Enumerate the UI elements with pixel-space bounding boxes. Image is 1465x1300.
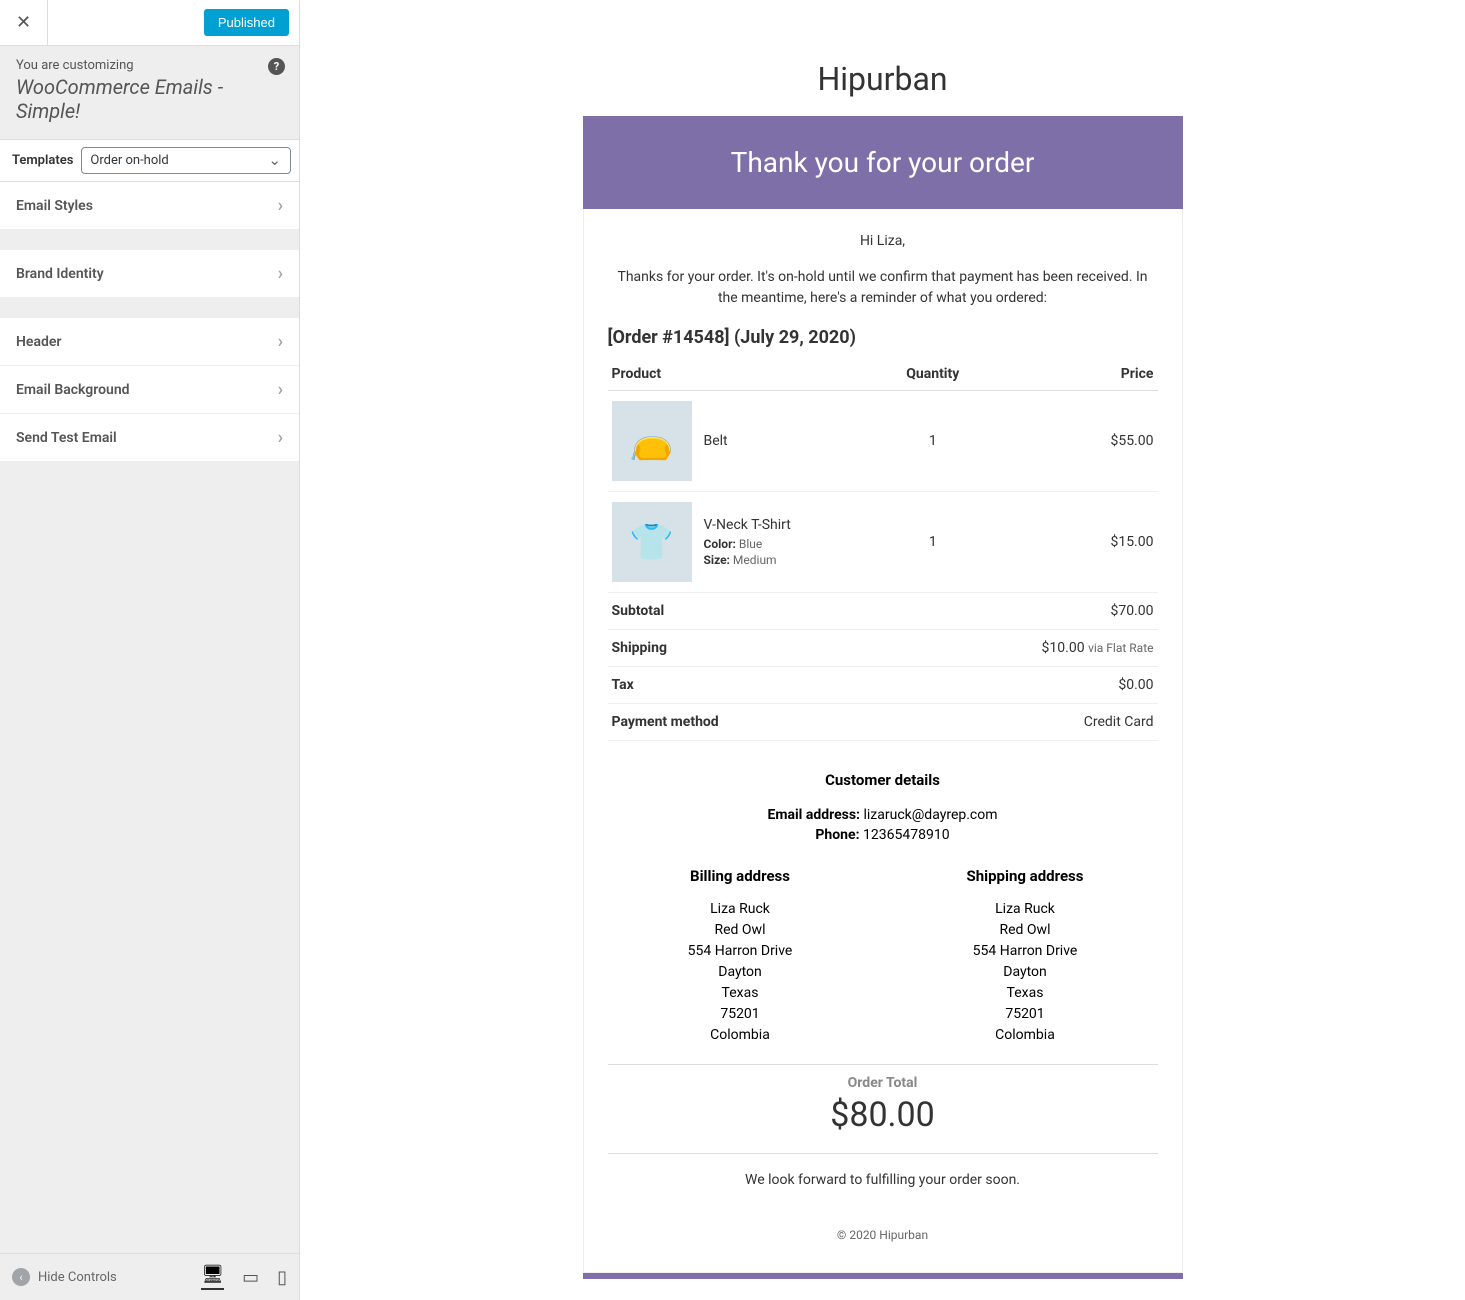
totals-value: $10.00 via Flat Rate: [978, 630, 1157, 667]
nav-send-test-email[interactable]: Send Test Email ›: [0, 414, 299, 462]
nav-label: Header: [16, 334, 61, 350]
chevron-right-icon: ›: [278, 331, 283, 352]
product-name: V-Neck T-Shirt: [704, 517, 791, 533]
shipping-heading: Shipping address: [893, 867, 1158, 885]
totals-label: Tax: [608, 667, 888, 704]
customer-details: Customer details Email address: lizaruck…: [608, 771, 1158, 1206]
close-button[interactable]: ✕: [0, 0, 48, 46]
nav-label: Email Background: [16, 382, 130, 398]
hide-controls-label: Hide Controls: [38, 1270, 117, 1285]
tablet-icon[interactable]: ▭: [242, 1267, 259, 1288]
customer-details-heading: Customer details: [608, 771, 1158, 789]
templates-row: Templates Order on-hold: [0, 140, 299, 182]
product-price: $15.00: [978, 492, 1157, 593]
order-total-block: Order Total $80.00: [608, 1064, 1158, 1154]
customizing-label: You are customizing: [16, 58, 283, 73]
chevron-right-icon: ›: [278, 195, 283, 216]
order-total-value: $80.00: [608, 1095, 1158, 1135]
help-icon[interactable]: ?: [268, 58, 285, 75]
collapse-icon: ‹: [12, 1268, 30, 1286]
email-bottom-bar: [583, 1273, 1183, 1279]
billing-address: Billing address Liza RuckRed Owl554 Harr…: [608, 867, 873, 1046]
email-header: Thank you for your order: [583, 116, 1183, 209]
order-total-label: Order Total: [608, 1075, 1158, 1091]
customer-phone-line: Phone: 12365478910: [608, 827, 1158, 843]
col-quantity: Quantity: [887, 358, 978, 391]
order-item-row: 👕 V-Neck T-Shirt Color: BlueSize: Medium…: [608, 492, 1158, 593]
totals-row: Subtotal $70.00: [608, 593, 1158, 630]
customizer-sidebar: ✕ Published You are customizing WooComme…: [0, 0, 300, 1300]
product-name: Belt: [704, 433, 728, 449]
preview-pane[interactable]: Hipurban Thank you for your order Hi Liz…: [300, 0, 1465, 1300]
email-footer: © 2020 Hipurban: [608, 1206, 1158, 1264]
totals-label: Payment method: [608, 704, 888, 741]
order-heading: [Order #14548] (July 29, 2020): [608, 327, 1158, 348]
templates-selected-value: Order on-hold: [81, 147, 291, 174]
product-image: 👝: [612, 401, 692, 481]
device-switcher: 🖥 ▭ ▯: [201, 1264, 287, 1290]
nav-brand-identity[interactable]: Brand Identity ›: [0, 250, 299, 298]
totals-label: Shipping: [608, 630, 888, 667]
order-table: Product Quantity Price 👝 Belt 1 $55.00 👕: [608, 358, 1158, 741]
close-icon: ✕: [16, 12, 31, 33]
col-price: Price: [978, 358, 1157, 391]
customer-email-line: Email address: lizaruck@dayrep.com: [608, 807, 1158, 823]
email-body: Hi Liza, Thanks for your order. It's on-…: [583, 209, 1183, 1273]
chevron-right-icon: ›: [278, 263, 283, 284]
customizing-title: WooCommerce Emails - Simple!: [16, 75, 283, 123]
shipping-address: Shipping address Liza RuckRed Owl554 Har…: [893, 867, 1158, 1046]
totals-value: $0.00: [978, 667, 1157, 704]
product-qty: 1: [887, 391, 978, 492]
email-preview: Hipurban Thank you for your order Hi Liz…: [583, 60, 1183, 1279]
totals-value: $70.00: [978, 593, 1157, 630]
closing-text: We look forward to fulfilling your order…: [608, 1154, 1158, 1206]
templates-select[interactable]: Order on-hold: [81, 147, 291, 174]
totals-label: Subtotal: [608, 593, 888, 630]
mobile-icon[interactable]: ▯: [277, 1267, 287, 1288]
templates-label: Templates: [12, 153, 73, 168]
site-title: Hipurban: [583, 60, 1183, 98]
totals-row: Shipping $10.00 via Flat Rate: [608, 630, 1158, 667]
sidebar-header: ✕ Published: [0, 0, 299, 46]
hide-controls-button[interactable]: ‹ Hide Controls: [12, 1268, 117, 1286]
product-price: $55.00: [978, 391, 1157, 492]
nav-label: Brand Identity: [16, 266, 104, 282]
product-qty: 1: [887, 492, 978, 593]
product-attrs: Color: BlueSize: Medium: [704, 537, 791, 567]
nav-label: Send Test Email: [16, 430, 117, 446]
chevron-right-icon: ›: [278, 379, 283, 400]
nav-email-styles[interactable]: Email Styles ›: [0, 182, 299, 230]
intro-text: Thanks for your order. It's on-hold unti…: [608, 267, 1158, 309]
greeting: Hi Liza,: [608, 233, 1158, 249]
desktop-icon[interactable]: 🖥: [201, 1264, 224, 1290]
totals-row: Payment method Credit Card: [608, 704, 1158, 741]
nav-email-background[interactable]: Email Background ›: [0, 366, 299, 414]
sidebar-footer: ‹ Hide Controls 🖥 ▭ ▯: [0, 1253, 299, 1300]
chevron-right-icon: ›: [278, 427, 283, 448]
publish-button[interactable]: Published: [204, 9, 289, 36]
customizing-block: You are customizing WooCommerce Emails -…: [0, 46, 299, 140]
nav-header[interactable]: Header ›: [0, 318, 299, 366]
totals-value: Credit Card: [978, 704, 1157, 741]
nav-label: Email Styles: [16, 198, 93, 214]
col-product: Product: [608, 358, 888, 391]
order-item-row: 👝 Belt 1 $55.00: [608, 391, 1158, 492]
product-image: 👕: [612, 502, 692, 582]
totals-row: Tax $0.00: [608, 667, 1158, 704]
billing-heading: Billing address: [608, 867, 873, 885]
